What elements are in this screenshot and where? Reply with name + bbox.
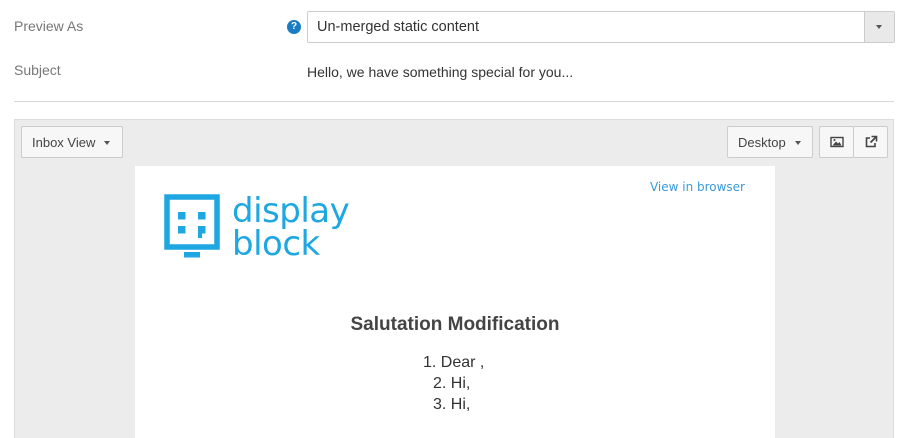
caret-down-icon xyxy=(795,141,801,145)
list-item-text: Hi, xyxy=(450,396,471,413)
question-circle-icon[interactable]: ? xyxy=(287,20,301,34)
preview-as-row: Preview As ? Un-merged static content xyxy=(0,10,907,44)
inbox-view-dropdown[interactable]: Inbox View xyxy=(21,126,123,158)
email-heading: Salutation Modification xyxy=(350,314,560,335)
preview-as-selected-value: Un-merged static content xyxy=(317,19,479,35)
preview-as-select[interactable]: Un-merged static content xyxy=(307,11,895,43)
caret-down-icon xyxy=(104,141,110,145)
subject-value: Hello, we have something special for you… xyxy=(307,64,574,80)
email-canvas: View in browser display block Salutation… xyxy=(135,166,775,438)
device-label: Desktop xyxy=(738,135,786,150)
divider xyxy=(14,101,894,102)
select-dropdown-toggle[interactable] xyxy=(864,12,894,42)
toggle-images-button[interactable] xyxy=(819,126,854,158)
list-item-number: 3. xyxy=(433,396,447,413)
image-icon xyxy=(830,136,844,148)
inbox-view-label: Inbox View xyxy=(32,135,96,150)
subject-row: Subject Hello, we have something special… xyxy=(0,58,907,82)
preview-as-label: Preview As xyxy=(14,18,84,34)
list-item: 2. Hi, xyxy=(135,373,775,394)
list-item-text: Dear , xyxy=(440,354,485,371)
subject-label: Subject xyxy=(14,62,61,78)
list-item-text: Hi, xyxy=(450,375,471,392)
list-item: 3. Hi, xyxy=(135,394,775,415)
list-item-number: 2. xyxy=(433,375,447,392)
logo-wordmark: display block xyxy=(232,194,350,264)
display-block-logo-icon xyxy=(164,194,220,258)
chevron-down-icon xyxy=(876,25,882,29)
list-item-number: 1. xyxy=(423,354,437,371)
email-preview-panel: Inbox View Desktop View in browser displ… xyxy=(14,119,894,438)
salutation-list: 1. Dear , 2. Hi, 3. Hi, xyxy=(135,352,775,415)
view-in-browser-link[interactable]: View in browser xyxy=(650,180,745,194)
device-dropdown[interactable]: Desktop xyxy=(727,126,813,158)
list-item: 1. Dear , xyxy=(135,352,775,373)
open-in-new-window-button[interactable] xyxy=(853,126,888,158)
external-link-icon xyxy=(865,135,878,148)
logo-text-line2: block xyxy=(232,224,320,264)
